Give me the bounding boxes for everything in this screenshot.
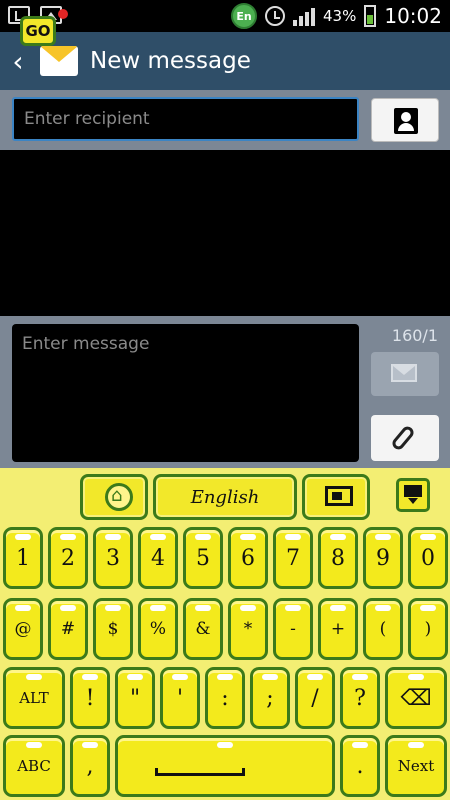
key-6[interactable]: 6	[228, 527, 268, 589]
key-plus[interactable]: +	[318, 598, 358, 660]
alarm-icon	[265, 6, 286, 26]
key-semicolon[interactable]: ;	[250, 667, 290, 729]
message-input[interactable]: Enter message	[12, 324, 359, 462]
home-icon	[105, 483, 133, 511]
key-1[interactable]: 1	[3, 527, 43, 589]
status-time: 10:02	[384, 4, 442, 28]
chevron-left-icon: ‹	[12, 44, 24, 78]
home-button[interactable]	[80, 474, 148, 520]
key-ampersand[interactable]: &	[183, 598, 223, 660]
key-exclamation[interactable]: !	[70, 667, 110, 729]
key-left-paren[interactable]: (	[363, 598, 403, 660]
character-counter: 160/1	[391, 326, 438, 345]
paperclip-icon	[390, 424, 416, 452]
resize-icon	[325, 486, 353, 506]
language-badge: En	[231, 3, 258, 29]
notification-dot	[58, 9, 68, 19]
key-comma[interactable]: ,	[70, 735, 110, 797]
recipient-input[interactable]: Enter recipient	[12, 97, 359, 141]
contacts-button[interactable]	[371, 98, 439, 142]
key-double-quote[interactable]: "	[115, 667, 155, 729]
key-2[interactable]: 2	[48, 527, 88, 589]
battery-icon	[364, 5, 377, 27]
key-9[interactable]: 9	[363, 527, 403, 589]
key-alt[interactable]: ALT	[3, 667, 65, 729]
language-button[interactable]: English	[153, 474, 297, 520]
recipient-area: Enter recipient	[0, 90, 450, 150]
hide-keyboard-button[interactable]	[396, 478, 430, 512]
signal-icon	[293, 6, 316, 26]
key-percent[interactable]: %	[138, 598, 178, 660]
key-minus[interactable]: -	[273, 598, 313, 660]
key-slash[interactable]: /	[295, 667, 335, 729]
key-8[interactable]: 8	[318, 527, 358, 589]
keyboard-hide-icon	[404, 485, 422, 504]
backspace-icon: ⌫	[400, 685, 432, 711]
page-title: New message	[90, 48, 251, 74]
space-key[interactable]	[115, 735, 335, 797]
go-button[interactable]: GO	[20, 16, 56, 46]
back-button[interactable]: ‹	[8, 41, 28, 81]
battery-percent: 43%	[323, 7, 357, 25]
messages-app-icon	[40, 46, 78, 76]
app-bar: ‹ New message	[0, 32, 450, 90]
send-button[interactable]	[371, 352, 439, 396]
key-single-quote[interactable]: '	[160, 667, 200, 729]
send-icon	[391, 364, 417, 382]
key-at[interactable]: @	[3, 598, 43, 660]
attach-button[interactable]	[371, 415, 439, 461]
space-icon	[155, 768, 245, 776]
key-5[interactable]: 5	[183, 527, 223, 589]
backspace-key[interactable]: ⌫	[385, 667, 447, 729]
key-abc[interactable]: ABC	[3, 735, 65, 797]
contact-icon	[394, 108, 418, 134]
conversation-area	[0, 150, 450, 316]
key-right-paren[interactable]: )	[408, 598, 448, 660]
key-period[interactable]: .	[340, 735, 380, 797]
key-0[interactable]: 0	[408, 527, 448, 589]
resize-button[interactable]	[302, 474, 370, 520]
key-asterisk[interactable]: *	[228, 598, 268, 660]
key-4[interactable]: 4	[138, 527, 178, 589]
key-dollar[interactable]: $	[93, 598, 133, 660]
next-key[interactable]: Next	[385, 735, 447, 797]
key-question[interactable]: ?	[340, 667, 380, 729]
key-3[interactable]: 3	[93, 527, 133, 589]
key-colon[interactable]: :	[205, 667, 245, 729]
key-7[interactable]: 7	[273, 527, 313, 589]
key-hash[interactable]: #	[48, 598, 88, 660]
